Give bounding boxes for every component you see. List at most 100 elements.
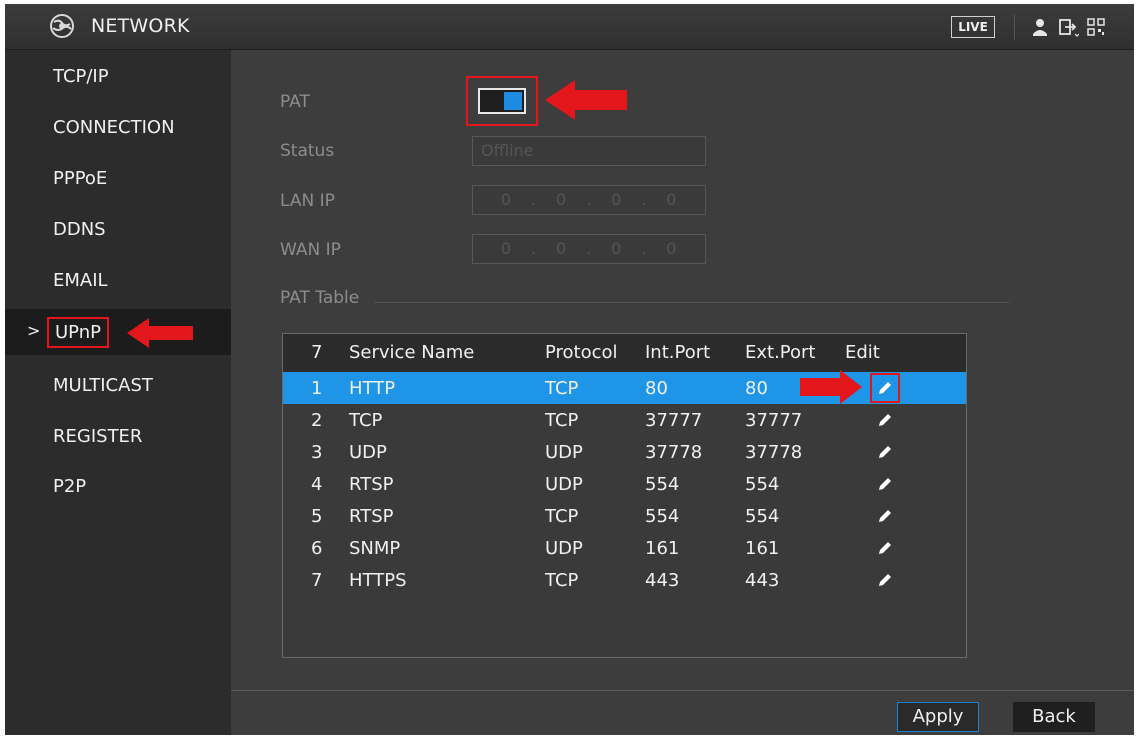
sidebar-item-label: EMAIL xyxy=(53,270,108,291)
sidebar-item-tcpip[interactable]: TCP/IP xyxy=(5,54,231,100)
row-no: 2 xyxy=(311,410,323,431)
pencil-edit-icon[interactable] xyxy=(875,410,895,430)
toolbar-divider xyxy=(1014,14,1015,40)
table-row[interactable]: 7 HTTPS TCP 443 443 xyxy=(283,564,966,596)
pat-table-label: PAT Table xyxy=(280,288,360,308)
pencil-edit-icon[interactable] xyxy=(875,506,895,526)
table-row[interactable]: 1 HTTP TCP 80 80 xyxy=(283,372,966,404)
row-ext-port: 443 xyxy=(745,570,780,591)
row-protocol: TCP xyxy=(545,378,579,399)
sidebar-item-pppoe[interactable]: PPPoE xyxy=(5,156,231,202)
sidebar-item-label: PPPoE xyxy=(53,168,108,189)
table-row[interactable]: 2 TCP TCP 37777 37777 xyxy=(283,404,966,436)
row-ext-port: 80 xyxy=(745,378,768,399)
row-no: 6 xyxy=(311,538,323,559)
row-protocol: TCP xyxy=(545,506,579,527)
lan-ip-label: LAN IP xyxy=(280,191,335,211)
sidebar-item-connection[interactable]: CONNECTION xyxy=(5,105,231,151)
sidebar-item-label: P2P xyxy=(53,476,87,497)
table-row[interactable]: 6 SNMP UDP 161 161 xyxy=(283,532,966,564)
row-no: 1 xyxy=(311,378,323,399)
wan-ip-label: WAN IP xyxy=(280,240,341,260)
ip-octet: 0 xyxy=(666,190,677,209)
row-ext-port: 161 xyxy=(745,538,780,559)
pat-toggle[interactable] xyxy=(478,88,526,114)
row-no: 7 xyxy=(311,570,323,591)
sidebar-item-email[interactable]: EMAIL xyxy=(5,258,231,304)
row-ext-port: 37778 xyxy=(745,442,803,463)
sidebar-item-p2p[interactable]: P2P xyxy=(5,464,231,510)
row-int-port: 554 xyxy=(645,506,680,527)
table-header: 7 Service Name Protocol Int.Port Ext.Por… xyxy=(283,334,966,372)
row-service-name: SNMP xyxy=(349,538,401,559)
status-field: Offline xyxy=(472,136,706,166)
row-int-port: 554 xyxy=(645,474,680,495)
app-window: NETWORK LIVE TCP/IP CONNECTION PPPoE DDN… xyxy=(5,4,1134,735)
pencil-edit-icon[interactable] xyxy=(875,442,895,462)
ip-octet: 0 xyxy=(666,239,677,258)
row-int-port: 161 xyxy=(645,538,680,559)
sidebar: TCP/IP CONNECTION PPPoE DDNS EMAIL > UPn… xyxy=(5,50,231,735)
row-no: 4 xyxy=(311,474,323,495)
pencil-edit-icon[interactable] xyxy=(875,474,895,494)
header-edit: Edit xyxy=(845,342,880,363)
row-service-name: HTTP xyxy=(349,378,396,399)
sidebar-item-label: MULTICAST xyxy=(53,375,153,396)
row-ext-port: 554 xyxy=(745,506,780,527)
sidebar-item-multicast[interactable]: MULTICAST xyxy=(5,363,231,409)
ip-octet: 0 xyxy=(556,239,567,258)
sidebar-item-label: TCP/IP xyxy=(53,66,109,87)
pat-toggle-highlight xyxy=(466,76,538,126)
row-protocol: UDP xyxy=(545,474,583,495)
row-no: 5 xyxy=(311,506,323,527)
wan-ip-field: 0.0.0.0 xyxy=(472,234,706,264)
sidebar-item-register[interactable]: REGISTER xyxy=(5,414,231,460)
ip-octet: 0 xyxy=(611,239,622,258)
upnp-panel: PAT Status Offline LAN IP 0.0.0.0 WAN IP… xyxy=(231,50,1134,735)
row-protocol: TCP xyxy=(545,410,579,431)
table-row[interactable]: 3 UDP UDP 37778 37778 xyxy=(283,436,966,468)
row-protocol: UDP xyxy=(545,442,583,463)
apply-button[interactable]: Apply xyxy=(897,702,979,732)
header-protocol[interactable]: Protocol xyxy=(545,342,618,363)
row-ext-port: 554 xyxy=(745,474,780,495)
row-int-port: 80 xyxy=(645,378,668,399)
row-int-port: 443 xyxy=(645,570,680,591)
row-service-name: TCP xyxy=(349,410,383,431)
pencil-edit-icon[interactable] xyxy=(875,570,895,590)
pencil-edit-icon[interactable] xyxy=(875,538,895,558)
back-button[interactable]: Back xyxy=(1013,702,1095,732)
sidebar-item-label: DDNS xyxy=(53,219,106,240)
toggle-knob xyxy=(504,92,522,110)
row-service-name: UDP xyxy=(349,442,387,463)
live-button[interactable]: LIVE xyxy=(951,16,995,38)
lan-ip-field: 0.0.0.0 xyxy=(472,185,706,215)
ip-octet: 0 xyxy=(556,190,567,209)
header-count: 7 xyxy=(311,342,323,363)
red-arrow-annotation xyxy=(800,370,862,404)
sidebar-item-upnp[interactable]: > UPnP xyxy=(5,309,231,355)
sidebar-item-label: REGISTER xyxy=(53,426,143,447)
ip-octet: 0 xyxy=(500,239,512,258)
row-protocol: TCP xyxy=(545,570,579,591)
user-icon[interactable] xyxy=(1029,16,1051,38)
sidebar-item-label: UPnP xyxy=(47,317,109,348)
header-ext-port[interactable]: Ext.Port xyxy=(745,342,816,363)
pencil-edit-icon[interactable] xyxy=(870,373,900,403)
table-row[interactable]: 4 RTSP UDP 554 554 xyxy=(283,468,966,500)
chevron-right-icon: > xyxy=(27,321,41,340)
page-title: NETWORK xyxy=(91,15,190,37)
row-no: 3 xyxy=(311,442,323,463)
header-service-name[interactable]: Service Name xyxy=(349,342,474,363)
qr-code-icon[interactable] xyxy=(1085,16,1107,38)
pat-label: PAT xyxy=(280,92,310,112)
red-arrow-annotation xyxy=(545,80,627,120)
row-service-name: RTSP xyxy=(349,506,394,527)
header-int-port[interactable]: Int.Port xyxy=(645,342,710,363)
sidebar-item-ddns[interactable]: DDNS xyxy=(5,207,231,253)
table-row[interactable]: 5 RTSP TCP 554 554 xyxy=(283,500,966,532)
globe-icon xyxy=(50,14,74,38)
logout-icon[interactable] xyxy=(1057,16,1079,38)
row-int-port: 37778 xyxy=(645,442,703,463)
row-int-port: 37777 xyxy=(645,410,703,431)
